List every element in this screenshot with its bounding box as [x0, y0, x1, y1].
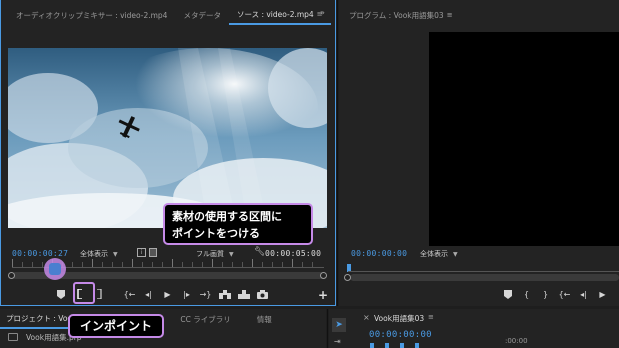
program-scrollbar[interactable] [350, 274, 619, 281]
expand-icon[interactable]: » [320, 8, 325, 17]
source-video-frame [8, 48, 327, 228]
tab-info[interactable]: 情報 [249, 309, 280, 329]
step-forward-button[interactable]: |▸ [177, 287, 196, 301]
insert-button[interactable] [215, 287, 234, 301]
panel-menu-icon[interactable]: ≡ [447, 11, 453, 19]
go-to-out-button[interactable]: →} [196, 287, 215, 301]
camera-icon[interactable] [253, 287, 272, 301]
folder-icon [8, 333, 18, 341]
scroll-handle-right[interactable] [320, 272, 327, 279]
program-zoom-select[interactable]: 全体表示 ▼ [420, 249, 458, 259]
source-tabbar: オーディオクリップミキサー : video-2.mp4 メタデータ ソース : … [8, 5, 331, 25]
panel-divider [327, 309, 328, 348]
tab-label: プロジェクト : Vook [6, 313, 77, 323]
timeline-ruler-label: :00:00 [505, 337, 528, 345]
play-button[interactable]: ▶ [158, 287, 177, 301]
step-back-button[interactable]: ◂| [139, 287, 158, 301]
annotation-line: 素材の使用する区間に [172, 210, 282, 223]
tab-cc-libraries[interactable]: CC ライブラリ [172, 309, 238, 329]
video-image [8, 48, 327, 228]
selection-tool-icon[interactable]: ➤ [332, 318, 346, 332]
step-back-button[interactable]: ◂| [574, 287, 593, 301]
go-to-in-button[interactable]: {← [120, 287, 139, 301]
tab-source[interactable]: ソース : video-2.mp4 ≡ [228, 5, 331, 25]
program-video-frame [429, 32, 619, 246]
chevron-down-icon: ▼ [453, 251, 458, 258]
mark-in-highlight [73, 282, 95, 304]
tab-label: CC ライブラリ [180, 314, 231, 324]
tab-label: オーディオクリップミキサー : video-2.mp4 [16, 10, 168, 20]
annotation-callout-bottom: インポイント [68, 314, 164, 338]
mark-out-button[interactable]: } [536, 287, 555, 301]
tab-audio-clip-mixer[interactable]: オーディオクリップミキサー : video-2.mp4 [8, 5, 175, 25]
program-time-ruler[interactable] [348, 262, 619, 272]
close-icon[interactable]: × [363, 313, 370, 322]
timeline-tab[interactable]: Vook用語集03 [374, 313, 424, 324]
zoom-value: 全体表示 [420, 250, 448, 258]
chevron-down-icon: ▼ [229, 251, 234, 258]
add-button[interactable]: + [318, 288, 328, 302]
tab-label: 情報 [256, 314, 272, 324]
add-marker-button[interactable] [498, 287, 517, 301]
zoom-value: 全体表示 [80, 250, 108, 258]
program-scroll-handle-left[interactable] [344, 274, 351, 281]
timeline-tools [370, 343, 430, 348]
annotation-line: ポイントをつける [172, 227, 260, 240]
source-duration-timecode: 00:00:05:00 [265, 249, 322, 258]
go-to-in-button[interactable]: {← [555, 287, 574, 301]
playhead[interactable] [49, 263, 61, 275]
track-select-icon[interactable]: ⇥ [334, 337, 341, 346]
tab-metadata[interactable]: メタデータ [175, 5, 229, 25]
chevron-down-icon: ▼ [113, 251, 118, 258]
program-transport-controls: { } {← ◂| ▶ [498, 287, 612, 301]
wrench-icon[interactable]: 🔧︎ [254, 247, 265, 257]
annotation-callout-top: 素材の使用する区間に ポイントをつける [163, 203, 313, 245]
tab-label: メタデータ [183, 10, 221, 20]
tab-label: プログラム : Vook用語集03 [349, 10, 444, 20]
panel-menu-icon[interactable]: ≡ [428, 313, 434, 321]
overwrite-button[interactable] [234, 287, 253, 301]
annotation-text: インポイント [79, 319, 152, 333]
program-timecode[interactable]: 00:00:00:00 [351, 249, 407, 258]
play-button[interactable]: ▶ [593, 287, 612, 301]
export-frame-icon[interactable] [149, 248, 157, 257]
source-transport-controls-2: {← ◂| ▶ |▸ →} [120, 287, 272, 301]
source-current-timecode[interactable]: 00:00:00:27 [12, 249, 68, 258]
tab-label: ソース : video-2.mp4 [236, 9, 314, 19]
resolution-value: フル画質 [196, 250, 224, 258]
mark-in-button[interactable]: { [517, 287, 536, 301]
program-tabbar: プログラム : Vook用語集03 ≡ [341, 5, 461, 25]
settings-icon[interactable]: i [137, 248, 146, 257]
tab-program[interactable]: プログラム : Vook用語集03 ≡ [341, 5, 461, 25]
add-marker-button[interactable] [51, 287, 70, 301]
timeline-timecode[interactable]: 00:00:00:00 [369, 330, 432, 340]
scroll-handle-left[interactable] [8, 272, 15, 279]
panel-divider [337, 0, 338, 306]
